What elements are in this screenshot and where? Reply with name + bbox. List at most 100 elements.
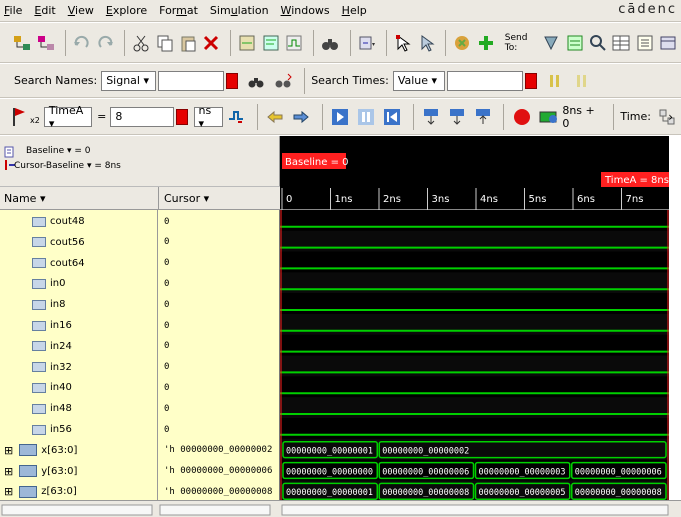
timeline-header: Baseline = 0 TimeA = 8ns 0 1ns 2ns 3ns 4ns 5ns 6…	[280, 136, 669, 210]
select-tool-icon[interactable]	[416, 31, 436, 55]
hierarchy-alt-icon[interactable]	[35, 31, 55, 55]
signal-row[interactable]: in8	[0, 294, 65, 315]
cursor-value: 0	[164, 237, 170, 248]
undo-icon[interactable]	[72, 31, 92, 55]
bus-row[interactable]: ⊞ y[63:0]	[0, 461, 77, 482]
prev-edge-icon[interactable]	[264, 105, 287, 129]
bus-value-label: 00000000_00000001	[286, 447, 373, 457]
expand-toggle-icon[interactable]: ⊞	[4, 465, 13, 478]
menu-simulation[interactable]: Simulation	[210, 4, 269, 17]
plus-icon[interactable]	[475, 31, 495, 55]
search-times-mode-select[interactable]: Value ▾	[392, 70, 445, 91]
pointer-icon[interactable]	[393, 31, 413, 55]
send-to-schematic-icon[interactable]	[541, 31, 561, 55]
cursor-value: 0	[164, 299, 170, 310]
run-icon[interactable]	[329, 105, 352, 129]
redo-icon[interactable]	[95, 31, 115, 55]
toolbar-overflow-icon[interactable]: ›	[668, 110, 673, 124]
menu-view[interactable]: View	[68, 4, 94, 17]
signal-row[interactable]: in0	[0, 273, 65, 294]
waveform-canvas[interactable]: 00000000_00000001 00000000_00000002 000000…	[280, 210, 669, 502]
search-times-dropdown-button[interactable]	[524, 72, 537, 89]
expand-toggle-icon[interactable]: ⊞	[4, 485, 13, 498]
signal-row[interactable]: in16	[0, 315, 72, 336]
waveform-scrollbar[interactable]	[281, 504, 669, 516]
cursor-scrollbar[interactable]	[159, 504, 271, 516]
signal-row[interactable]: cout64	[0, 253, 85, 274]
toolbar-separator	[230, 29, 232, 56]
signal-row[interactable]: in24	[0, 336, 72, 357]
cursor-value: 'h 00000000_00000002	[164, 445, 273, 456]
menu-format[interactable]: Format	[159, 4, 198, 17]
add-signal-icon[interactable]	[452, 31, 472, 55]
signal-row[interactable]: cout48	[0, 211, 85, 232]
cursor-column-header[interactable]: Cursor ▾	[164, 192, 209, 205]
probe-menu-icon[interactable]	[356, 31, 376, 55]
search-times-forward-icon[interactable]	[570, 69, 594, 93]
signal-row[interactable]: in56	[0, 419, 72, 440]
pause-icon[interactable]	[355, 105, 378, 129]
paste-icon[interactable]	[178, 31, 198, 55]
bus-value-label: 00000000_00000006	[575, 467, 662, 477]
send-to-label: Send To:	[504, 32, 528, 53]
name-scrollbar[interactable]	[1, 504, 153, 516]
marker-snap-icon[interactable]	[225, 105, 248, 129]
bus-row[interactable]: ⊞ x[63:0]	[0, 440, 77, 461]
schematic-icon[interactable]	[237, 31, 257, 55]
send-to-search-icon[interactable]	[588, 31, 608, 55]
source-browser-icon[interactable]	[261, 31, 281, 55]
send-to-table-icon[interactable]	[611, 31, 631, 55]
search-names-mode-select[interactable]: Signal ▾	[101, 70, 157, 91]
signal-name-list: cout48 cout56 cout64 in0 in8 in16 in24 in32 in40…	[0, 210, 158, 500]
expand-toggle-icon[interactable]: ⊞	[4, 444, 13, 457]
signal-icon	[32, 278, 46, 289]
cut-icon[interactable]	[131, 31, 151, 55]
signal-row[interactable]: in48	[0, 398, 72, 419]
menu-explore[interactable]: Explore	[106, 4, 147, 17]
step-into-icon[interactable]	[419, 105, 442, 129]
horizontal-scrollbar-area	[0, 500, 681, 517]
send-to-register-icon[interactable]	[564, 31, 584, 55]
stop-icon[interactable]	[510, 105, 533, 129]
name-column-header[interactable]: Name ▾	[4, 192, 45, 205]
step-over-icon[interactable]	[445, 105, 468, 129]
bus-value-label: 00000000_00000003	[479, 467, 566, 477]
menu-edit[interactable]: Edit	[34, 4, 55, 17]
search-times-input[interactable]	[446, 70, 523, 91]
signal-row[interactable]: cout56	[0, 232, 85, 253]
menu-windows[interactable]: Windows	[281, 4, 330, 17]
time-unit-select[interactable]: ns ▾	[193, 104, 223, 130]
search-names-dropdown-button[interactable]	[226, 72, 239, 89]
marker-time-input[interactable]: 8	[110, 106, 174, 127]
search-names-binoculars-icon[interactable]	[244, 69, 268, 93]
search-names-next-icon[interactable]	[271, 69, 295, 93]
waveform-area[interactable]: 00000000_00000001 00000000_00000002 000000…	[280, 210, 669, 502]
rewind-icon[interactable]	[381, 105, 404, 129]
copy-icon[interactable]	[154, 31, 174, 55]
cursor-value-list: 0 0 0 0 0 0 0 0 0 0 0 'h 00000000_00000002 'h 000000…	[158, 210, 280, 500]
column-divider[interactable]	[158, 187, 159, 209]
next-edge-icon[interactable]	[290, 105, 313, 129]
signal-row[interactable]: in32	[0, 357, 72, 378]
send-to-memory-icon[interactable]	[634, 31, 654, 55]
cursor-baseline-readout[interactable]: Cursor-Baseline ▾ = 8ns	[14, 161, 121, 171]
baseline-readout[interactable]: Baseline ▾ = 0	[26, 146, 91, 156]
marker-flag-icon[interactable]	[8, 105, 31, 129]
search-names-input[interactable]	[158, 70, 225, 91]
send-to-list-icon[interactable]	[658, 31, 678, 55]
search-times-back-icon[interactable]	[543, 69, 567, 93]
binoculars-icon[interactable]	[320, 31, 340, 55]
waveform-window-icon[interactable]	[284, 31, 304, 55]
toolbar-separator	[124, 29, 126, 56]
marker-select[interactable]: TimeA ▾	[43, 104, 93, 130]
timeline-ruler[interactable]: Baseline = 0 TimeA = 8ns 0 1ns 2ns 3ns 4ns 5ns 6…	[280, 136, 669, 210]
cursor-value: 0	[164, 341, 170, 352]
menu-file[interactable]: File	[4, 4, 22, 17]
hierarchy-icon[interactable]	[12, 31, 32, 55]
delete-icon[interactable]	[201, 31, 221, 55]
signal-row[interactable]: in40	[0, 377, 72, 398]
signal-name: in24	[50, 340, 72, 352]
menu-help[interactable]: Help	[342, 4, 367, 17]
marker-time-dropdown-button[interactable]	[175, 108, 188, 125]
step-out-icon[interactable]	[471, 105, 494, 129]
